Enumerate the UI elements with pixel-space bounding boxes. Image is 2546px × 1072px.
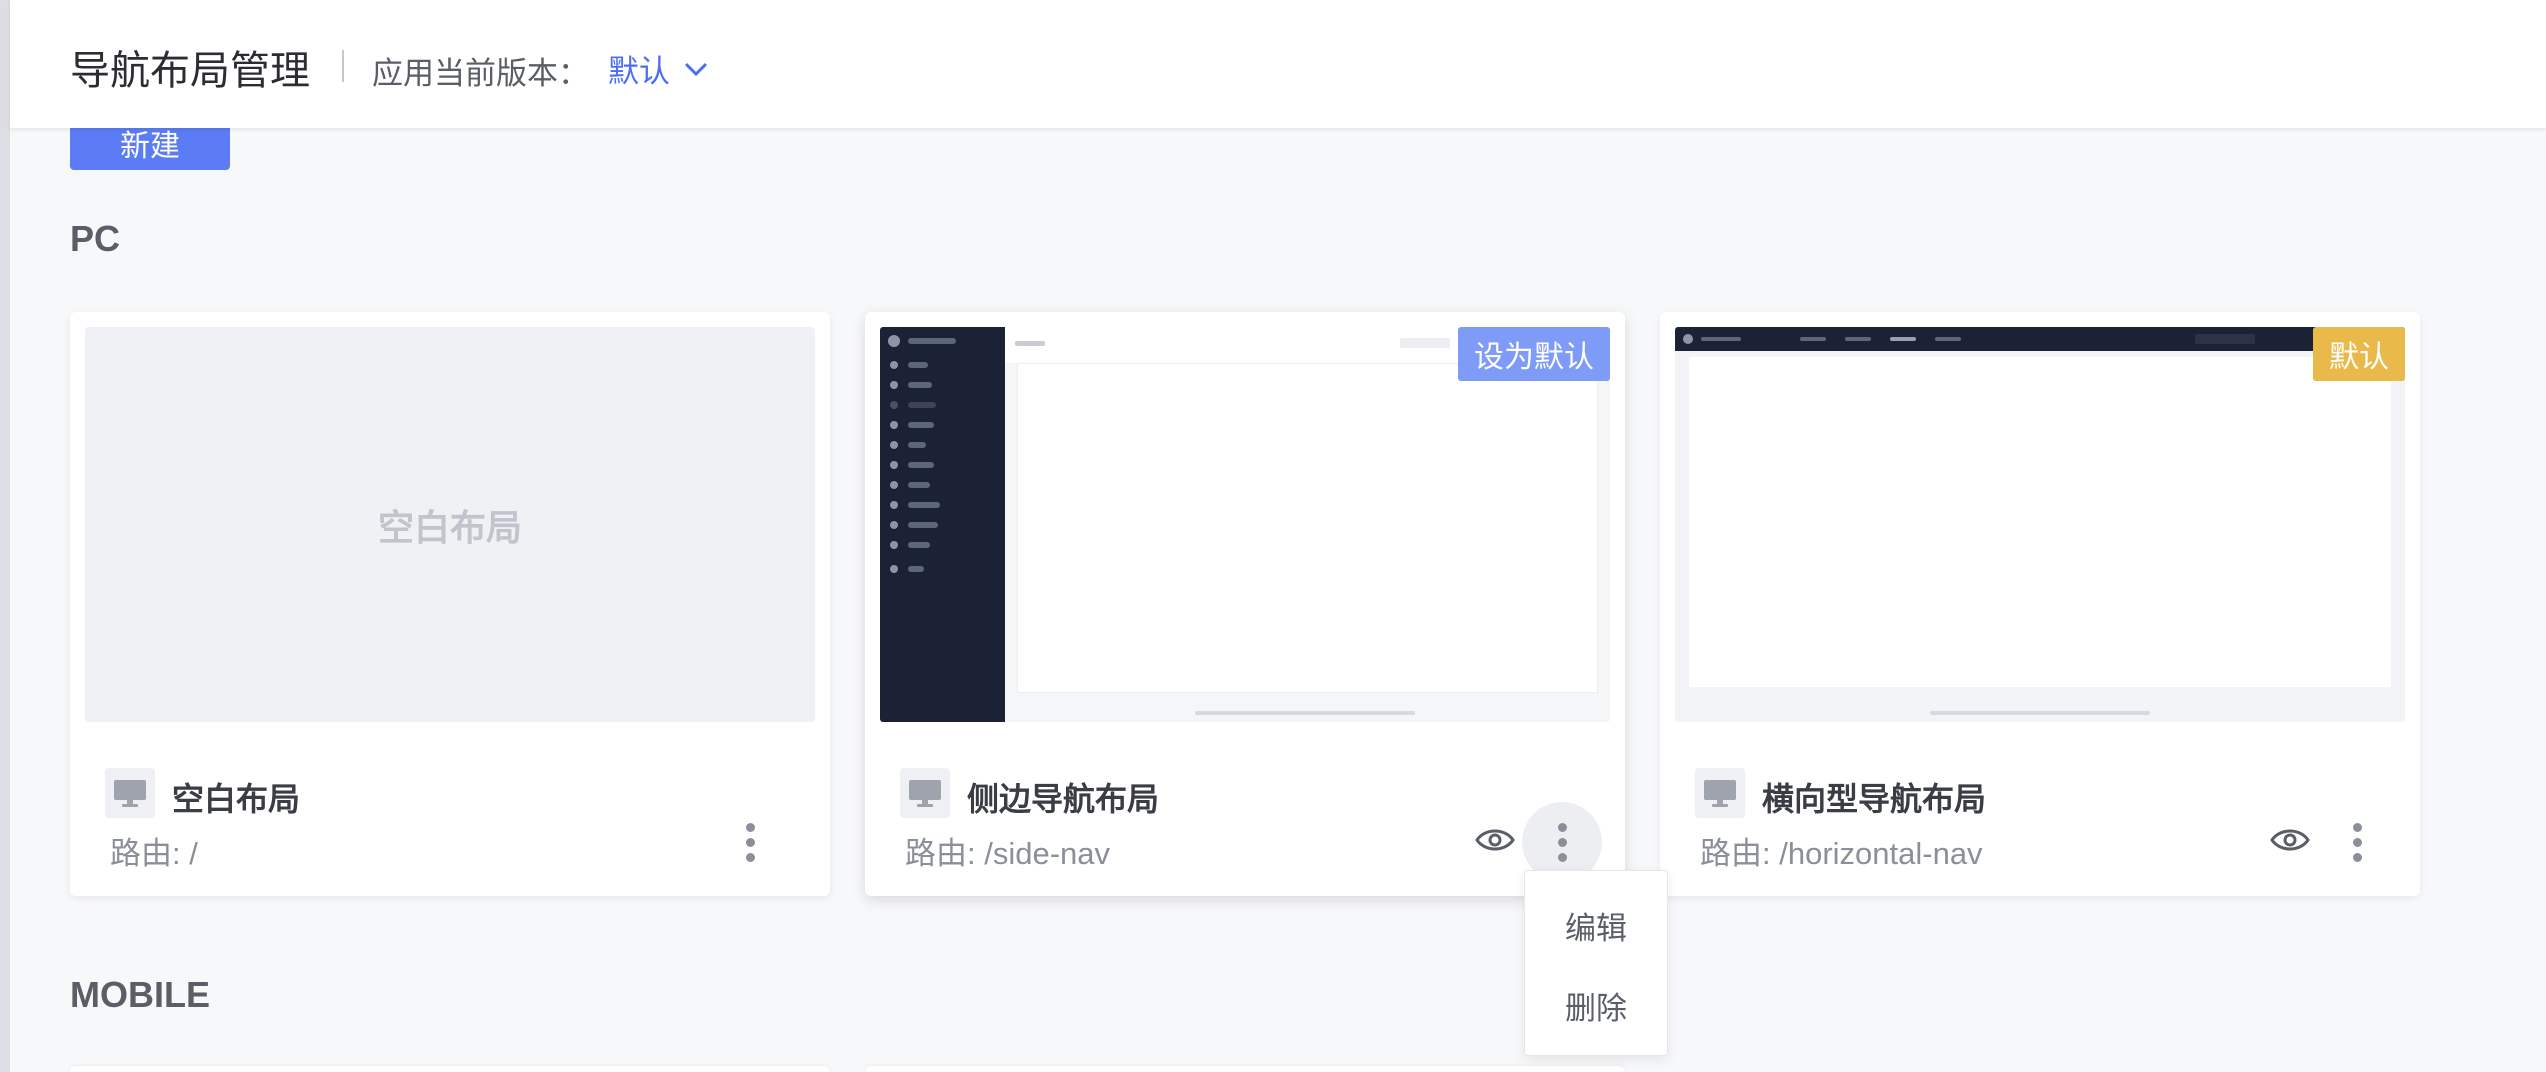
layout-route: 路由: /	[110, 836, 198, 871]
layout-name: 横向型导航布局	[1762, 781, 1987, 817]
layout-preview	[1675, 327, 2405, 722]
layout-route: 路由: /side-nav	[905, 836, 1111, 871]
page-title: 导航布局管理	[70, 49, 310, 93]
left-edge-bar	[0, 0, 10, 1072]
more-vertical-icon	[2352, 822, 2362, 862]
section-title-pc: PC	[70, 218, 121, 259]
eye-icon	[2270, 829, 2310, 851]
layout-card-blank[interactable]: 空白布局 空白布局 路由: /	[70, 312, 830, 896]
mobile-card-edge	[865, 1066, 1625, 1072]
preview-button[interactable]	[1467, 812, 1523, 868]
default-badge: 默认	[2313, 327, 2405, 381]
layout-name: 侧边导航布局	[967, 781, 1160, 817]
layout-name: 空白布局	[172, 781, 301, 817]
header-divider	[342, 50, 344, 82]
menu-item-delete[interactable]: 删除	[1525, 975, 1667, 1035]
more-button[interactable]	[710, 802, 790, 882]
layout-preview	[880, 327, 1610, 722]
more-button[interactable]	[2317, 802, 2397, 882]
preview-button[interactable]	[2262, 812, 2318, 868]
page-header: 导航布局管理 应用当前版本： 默认	[10, 0, 2546, 128]
preview-main	[1005, 327, 1610, 722]
monitor-icon	[1695, 768, 1745, 818]
eye-icon	[1475, 829, 1515, 851]
layout-card-side-nav[interactable]: 设为默认 侧边导航布局 路由: /side-nav	[865, 312, 1625, 896]
section-title-mobile: MOBILE	[70, 974, 210, 1015]
preview-main	[1675, 351, 2405, 722]
version-value: 默认	[608, 54, 670, 89]
layout-preview: 空白布局	[85, 327, 815, 722]
chevron-down-icon	[684, 62, 708, 76]
version-select[interactable]: 默认	[608, 46, 708, 91]
set-default-badge[interactable]: 设为默认	[1458, 327, 1610, 381]
monitor-icon	[900, 768, 950, 818]
blank-preview-text: 空白布局	[377, 506, 522, 548]
mobile-card-edge	[70, 1066, 830, 1072]
layout-card-horizontal-nav[interactable]: 默认 横向型导航布局 路由: /horizontal-nav	[1660, 312, 2420, 896]
more-vertical-icon	[745, 822, 755, 862]
more-vertical-icon	[1557, 822, 1567, 862]
preview-topbar	[1675, 327, 2405, 351]
version-label: 应用当前版本：	[372, 56, 589, 91]
layout-route: 路由: /horizontal-nav	[1700, 836, 1983, 871]
monitor-icon	[105, 768, 155, 818]
menu-item-edit[interactable]: 编辑	[1525, 895, 1667, 955]
preview-sidebar	[880, 327, 1005, 722]
card-action-menu: 编辑 删除	[1524, 870, 1668, 1056]
